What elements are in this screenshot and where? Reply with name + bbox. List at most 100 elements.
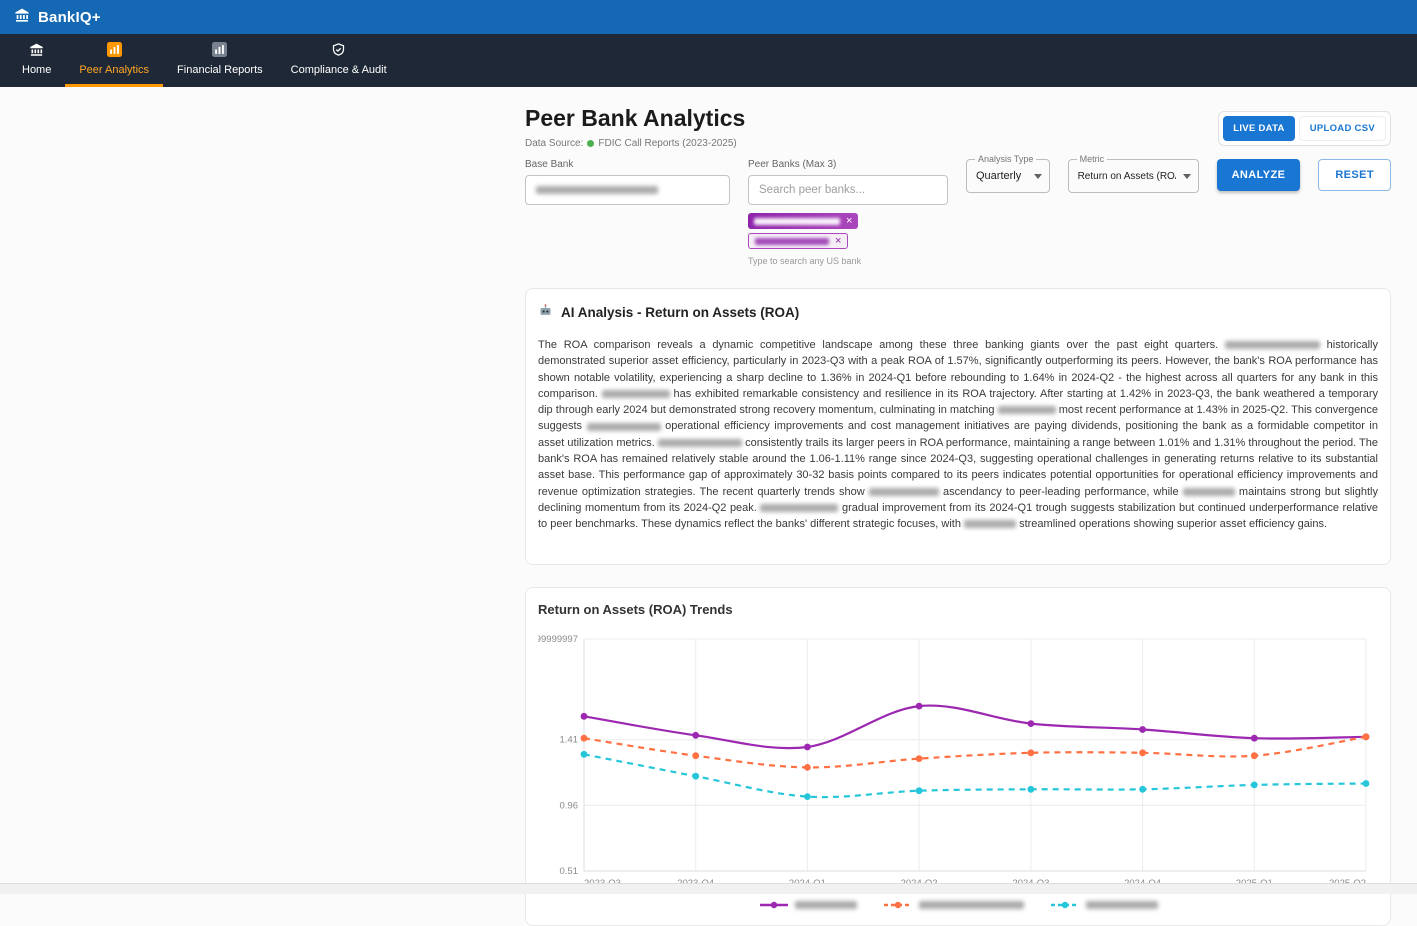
data-point[interactable]: [804, 764, 811, 771]
analysis-type-value: Quarterly: [976, 170, 1021, 182]
legend-line-icon: [883, 899, 913, 911]
chart-title: Return on Assets (ROA) Trends: [538, 602, 1378, 617]
metric-label: Metric: [1077, 154, 1108, 164]
analyze-button[interactable]: ANALYZE: [1217, 159, 1301, 191]
peer-bank-chip[interactable]: ×: [748, 233, 848, 249]
data-point[interactable]: [1251, 781, 1258, 788]
metric-value: Return on Assets (ROA): [1078, 171, 1176, 182]
data-point[interactable]: [581, 734, 588, 741]
peer-bank-chip[interactable]: ×: [748, 213, 858, 229]
ai-analysis-card: AI Analysis - Return on Assets (ROA) The…: [525, 288, 1391, 565]
metric-select[interactable]: Metric Return on Assets (ROA): [1068, 159, 1199, 193]
redacted-bank-name: [754, 218, 840, 225]
redacted-bank-name: [755, 238, 829, 245]
ai-analysis-title: AI Analysis - Return on Assets (ROA): [561, 305, 799, 320]
main-nav: Home Peer Analytics Financial Reports Co…: [0, 34, 1417, 87]
data-point[interactable]: [1251, 734, 1258, 741]
data-point[interactable]: [692, 731, 699, 738]
svg-text:0.51: 0.51: [560, 866, 579, 877]
svg-text:1.41: 1.41: [560, 734, 579, 745]
redacted-bank-name: [998, 406, 1056, 414]
base-bank-input[interactable]: [525, 175, 730, 205]
legend-line-icon: [759, 899, 789, 911]
ai-robot-icon: [538, 303, 553, 321]
nav-label: Financial Reports: [177, 64, 263, 76]
redacted-bank-name: [587, 423, 661, 431]
legend-item[interactable]: [759, 899, 857, 911]
peer-banks-hint: Type to search any US bank: [748, 256, 948, 266]
page-head: Peer Bank Analytics Data Source: FDIC Ca…: [525, 87, 1391, 149]
data-point[interactable]: [804, 793, 811, 800]
data-point[interactable]: [692, 772, 699, 779]
live-status-dot-icon: [587, 140, 594, 147]
nav-label: Peer Analytics: [79, 64, 149, 76]
chip-close-icon[interactable]: ×: [835, 236, 841, 247]
analysis-type-label: Analysis Type: [975, 154, 1036, 164]
peer-banks-label: Peer Banks (Max 3): [748, 159, 948, 170]
page-title: Peer Bank Analytics: [525, 105, 745, 132]
bar-chart-icon: [212, 42, 227, 60]
nav-label: Home: [22, 64, 51, 76]
peer-bank-chips: ××: [748, 213, 948, 249]
base-bank-label: Base Bank: [525, 159, 730, 170]
data-mode-toggle: LIVE DATA UPLOAD CSV: [1218, 111, 1391, 146]
data-point[interactable]: [916, 755, 923, 762]
legend-item[interactable]: [1050, 899, 1158, 911]
ai-analysis-header: AI Analysis - Return on Assets (ROA): [538, 303, 1378, 321]
y-axis-labels: 0.51 0.96 1.41 9999999997: [538, 634, 578, 877]
redacted-bank-name: [658, 439, 742, 447]
app-title: BankIQ+: [38, 9, 101, 26]
data-point[interactable]: [1028, 785, 1035, 792]
roa-line-chart: 0.510.961.4199999999972023-Q32023-Q42024…: [538, 629, 1378, 897]
data-point[interactable]: [804, 743, 811, 750]
data-point[interactable]: [916, 787, 923, 794]
data-point[interactable]: [1251, 752, 1258, 759]
nav-item-compliance-audit[interactable]: Compliance & Audit: [277, 34, 401, 87]
live-data-button[interactable]: LIVE DATA: [1223, 116, 1294, 141]
redacted-bank-name: [964, 520, 1016, 528]
peer-banks-search-input[interactable]: [748, 175, 948, 205]
data-point[interactable]: [1363, 733, 1370, 740]
page-head-left: Peer Bank Analytics Data Source: FDIC Ca…: [525, 105, 745, 149]
redacted-bank-name: [602, 390, 670, 398]
analysis-type-select[interactable]: Analysis Type Quarterly: [966, 159, 1050, 193]
shield-check-icon: [331, 42, 346, 60]
svg-text:0.96: 0.96: [560, 800, 579, 811]
redacted-bank-name: [795, 901, 857, 909]
chip-close-icon[interactable]: ×: [846, 216, 852, 227]
grid-lines: [584, 639, 1366, 871]
data-point[interactable]: [1028, 720, 1035, 727]
data-point[interactable]: [1028, 749, 1035, 756]
data-source-line: Data Source: FDIC Call Reports (2023-202…: [525, 138, 745, 149]
redacted-bank-name: [760, 504, 838, 512]
series-line: [584, 736, 1366, 767]
bank-logo-icon: [14, 7, 30, 28]
bank-icon: [29, 42, 44, 60]
redacted-bank-name: [1086, 901, 1158, 909]
data-point[interactable]: [581, 750, 588, 757]
data-point[interactable]: [1139, 749, 1146, 756]
data-point[interactable]: [916, 702, 923, 709]
redacted-bank-name: [919, 901, 1024, 909]
series-line: [584, 705, 1366, 748]
nav-item-financial-reports[interactable]: Financial Reports: [163, 34, 277, 87]
upload-csv-button[interactable]: UPLOAD CSV: [1299, 116, 1386, 141]
analysis-form: Base Bank Peer Banks (Max 3) ×× Type to …: [525, 159, 1391, 266]
nav-item-peer-analytics[interactable]: Peer Analytics: [65, 34, 163, 87]
chart-legend: [538, 899, 1378, 911]
svg-text:9999999997: 9999999997: [538, 634, 578, 645]
data-point[interactable]: [692, 752, 699, 759]
legend-item[interactable]: [883, 899, 1024, 911]
chevron-down-icon: [1183, 174, 1191, 179]
data-point[interactable]: [1139, 726, 1146, 733]
roa-trends-card: Return on Assets (ROA) Trends 0.51 0.96 1.…: [525, 587, 1391, 926]
data-point[interactable]: [1139, 785, 1146, 792]
data-source-value: FDIC Call Reports (2023-2025): [598, 138, 736, 149]
data-point[interactable]: [581, 712, 588, 719]
horizontal-scrollbar[interactable]: [0, 883, 1417, 894]
data-point[interactable]: [1363, 780, 1370, 787]
nav-item-home[interactable]: Home: [8, 34, 65, 87]
ai-analysis-text: The ROA comparison reveals a dynamic com…: [538, 337, 1378, 533]
legend-line-icon: [1050, 899, 1080, 911]
reset-button[interactable]: RESET: [1318, 159, 1391, 191]
